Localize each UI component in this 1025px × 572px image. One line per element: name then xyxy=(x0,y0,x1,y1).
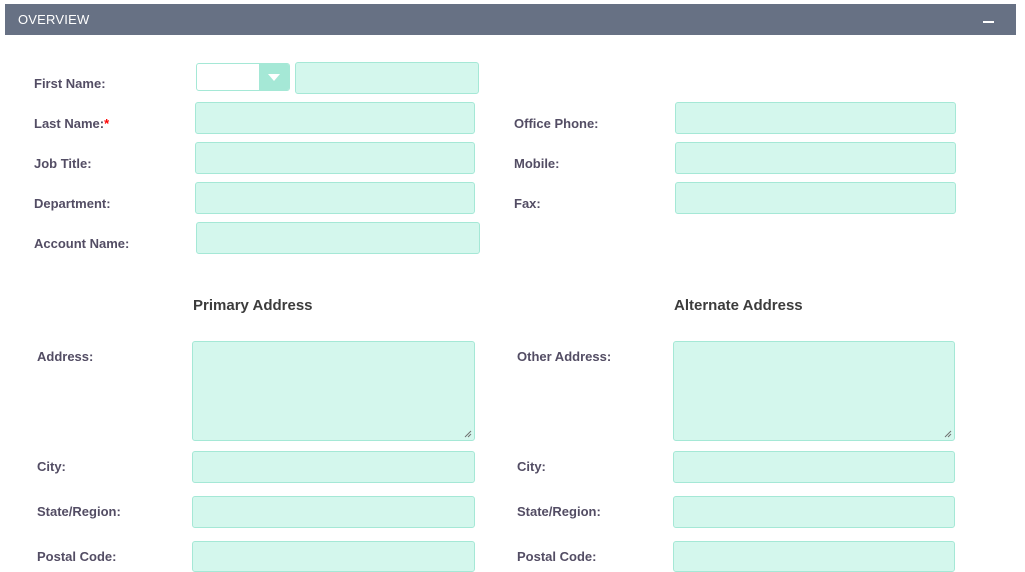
resize-grip-icon[interactable] xyxy=(944,430,952,438)
office-phone-label: Office Phone: xyxy=(514,116,599,131)
fax-input[interactable] xyxy=(675,182,956,214)
alternate-address-title: Alternate Address xyxy=(674,297,803,314)
salutation-select[interactable] xyxy=(196,63,290,91)
job-title-input[interactable] xyxy=(195,142,475,174)
job-title-label: Job Title: xyxy=(34,156,92,171)
resize-grip-icon[interactable] xyxy=(464,430,472,438)
chevron-down-icon xyxy=(268,74,280,81)
primary-postal-input[interactable] xyxy=(192,541,475,572)
primary-postal-label: Postal Code: xyxy=(37,549,117,564)
alt-state-label: State/Region: xyxy=(517,504,601,519)
alt-state-input[interactable] xyxy=(673,496,955,528)
office-phone-input[interactable] xyxy=(675,102,956,134)
panel-title: OVERVIEW xyxy=(18,12,90,27)
alt-postal-label: Postal Code: xyxy=(517,549,597,564)
first-name-label: First Name: xyxy=(34,76,106,91)
mobile-label: Mobile: xyxy=(514,156,560,171)
primary-city-input[interactable] xyxy=(192,451,475,483)
salutation-dropdown-button[interactable] xyxy=(259,64,289,90)
primary-state-label: State/Region: xyxy=(37,504,121,519)
last-name-input[interactable] xyxy=(195,102,475,134)
panel-header-overview[interactable]: OVERVIEW xyxy=(5,4,1016,35)
other-address-textarea[interactable] xyxy=(673,341,955,441)
primary-address-textarea[interactable] xyxy=(192,341,475,441)
alt-postal-input[interactable] xyxy=(673,541,955,572)
alt-city-input[interactable] xyxy=(673,451,955,483)
primary-address-label: Address: xyxy=(37,349,94,364)
required-indicator: * xyxy=(104,116,110,131)
department-input[interactable] xyxy=(195,182,475,214)
primary-state-input[interactable] xyxy=(192,496,475,528)
alt-city-label: City: xyxy=(517,459,546,474)
department-label: Department: xyxy=(34,196,111,211)
last-name-label: Last Name:* xyxy=(34,116,110,131)
account-name-input[interactable] xyxy=(196,222,480,254)
account-name-label: Account Name: xyxy=(34,236,130,251)
first-name-input[interactable] xyxy=(295,62,479,94)
primary-address-title: Primary Address xyxy=(193,297,313,314)
primary-city-label: City: xyxy=(37,459,66,474)
collapse-icon[interactable] xyxy=(980,11,998,29)
fax-label: Fax: xyxy=(514,196,541,211)
mobile-input[interactable] xyxy=(675,142,956,174)
other-address-label: Other Address: xyxy=(517,349,612,364)
